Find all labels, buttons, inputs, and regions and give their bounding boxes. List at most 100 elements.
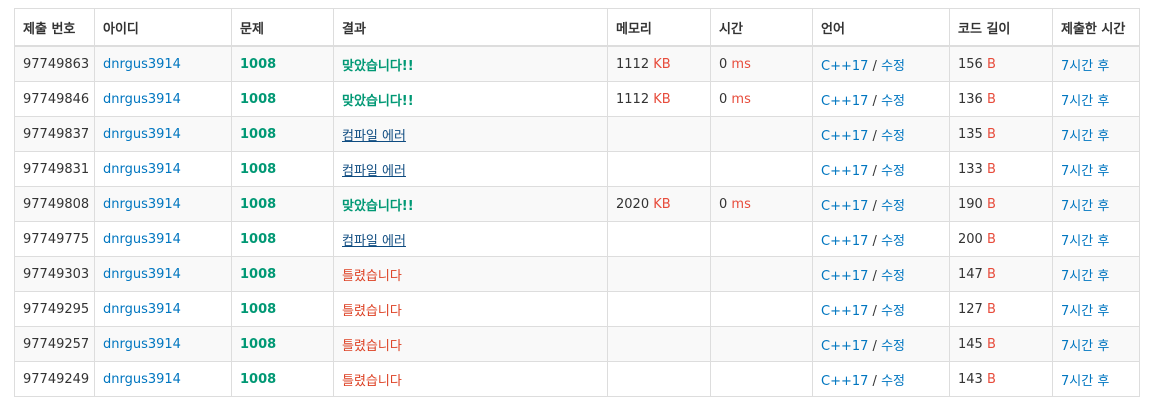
edit-link[interactable]: 수정 [881,59,905,74]
language-link[interactable]: C++17 [821,374,868,389]
edit-link[interactable]: 수정 [881,234,905,249]
language-separator: / [868,163,882,179]
problem-link[interactable]: 1008 [240,267,276,282]
submitted-time-link[interactable]: 7시간 후 [1061,164,1109,179]
time-cell [710,326,813,362]
code-length-value: 133 [958,161,983,177]
submitted-time-link[interactable]: 7시간 후 [1061,234,1109,249]
language-link[interactable]: C++17 [821,304,868,319]
user-id-link[interactable]: dnrgus3914 [103,57,181,72]
user-id-link[interactable]: dnrgus3914 [103,302,181,317]
problem-link[interactable]: 1008 [240,92,276,107]
language-link[interactable]: C++17 [821,164,868,179]
code-length-value: 147 [958,266,983,282]
submitted-time-link[interactable]: 7시간 후 [1061,199,1109,214]
user-id-link[interactable]: dnrgus3914 [103,372,181,387]
table-row: 97749808 dnrgus3914 1008 맞았습니다!! 2020 KB 0 ms… [14,186,1140,222]
code-length-cell: 200 B [949,221,1053,257]
language-cell: C++17 / 수정 [812,326,950,362]
submitted-time-cell: 7시간 후 [1052,256,1140,292]
language-link[interactable]: C++17 [821,199,868,214]
header-user-id: 아이디 [94,8,232,47]
memory-cell [607,361,711,397]
language-separator: / [868,93,882,109]
user-id-link[interactable]: dnrgus3914 [103,197,181,212]
problem-link[interactable]: 1008 [240,232,276,247]
result-text[interactable]: 컴파일 에러 [342,129,406,144]
submission-status-table: 제출 번호 아이디 문제 결과 메모리 시간 언어 코드 길이 제출한 시간 97749863 d… [14,8,1140,397]
code-length-unit: B [986,301,996,317]
user-id-cell: dnrgus3914 [94,361,232,397]
edit-link[interactable]: 수정 [881,339,905,354]
code-length-value: 143 [958,371,983,387]
table-body: 97749863 dnrgus3914 1008 맞았습니다!! 1112 KB 0 ms… [14,45,1140,397]
problem-link[interactable]: 1008 [240,57,276,72]
code-length-unit: B [986,161,996,177]
language-link[interactable]: C++17 [821,269,868,284]
submitted-time-cell: 7시간 후 [1052,45,1140,82]
submitted-time-link[interactable]: 7시간 후 [1061,94,1109,109]
problem-link[interactable]: 1008 [240,302,276,317]
user-id-cell: dnrgus3914 [94,291,232,327]
code-length-cell: 135 B [949,116,1053,152]
user-id-link[interactable]: dnrgus3914 [103,232,181,247]
submitted-time-link[interactable]: 7시간 후 [1061,129,1109,144]
language-cell: C++17 / 수정 [812,256,950,292]
edit-link[interactable]: 수정 [881,199,905,214]
language-link[interactable]: C++17 [821,94,868,109]
code-length-unit: B [986,371,996,387]
time-value: 0 [719,91,728,107]
submitted-time-link[interactable]: 7시간 후 [1061,339,1109,354]
language-cell: C++17 / 수정 [812,116,950,152]
submitted-time-link[interactable]: 7시간 후 [1061,59,1109,74]
result-cell: 틀렸습니다 [333,291,608,327]
result-text[interactable]: 컴파일 에러 [342,234,406,249]
language-separator: / [868,128,882,144]
language-link[interactable]: C++17 [821,59,868,74]
problem-link[interactable]: 1008 [240,337,276,352]
edit-link[interactable]: 수정 [881,94,905,109]
code-length-cell: 145 B [949,326,1053,362]
header-submitted-time: 제출한 시간 [1052,8,1140,47]
submitted-time-link[interactable]: 7시간 후 [1061,374,1109,389]
submission-id-cell: 97749808 [14,186,95,222]
language-cell: C++17 / 수정 [812,45,950,82]
submitted-time-link[interactable]: 7시간 후 [1061,304,1109,319]
submitted-time-cell: 7시간 후 [1052,151,1140,187]
edit-link[interactable]: 수정 [881,374,905,389]
table-row: 97749846 dnrgus3914 1008 맞았습니다!! 1112 KB 0 ms… [14,81,1140,117]
problem-link[interactable]: 1008 [240,372,276,387]
problem-cell: 1008 [231,151,334,187]
user-id-link[interactable]: dnrgus3914 [103,337,181,352]
memory-cell: 2020 KB [607,186,711,222]
user-id-link[interactable]: dnrgus3914 [103,92,181,107]
edit-link[interactable]: 수정 [881,129,905,144]
code-length-cell: 133 B [949,151,1053,187]
user-id-link[interactable]: dnrgus3914 [103,162,181,177]
edit-link[interactable]: 수정 [881,164,905,179]
submitted-time-cell: 7시간 후 [1052,326,1140,362]
problem-link[interactable]: 1008 [240,127,276,142]
edit-link[interactable]: 수정 [881,269,905,284]
submitted-time-cell: 7시간 후 [1052,361,1140,397]
submission-id-cell: 97749837 [14,116,95,152]
submitted-time-link[interactable]: 7시간 후 [1061,269,1109,284]
code-length-unit: B [986,336,996,352]
header-time: 시간 [710,8,813,47]
problem-link[interactable]: 1008 [240,162,276,177]
language-link[interactable]: C++17 [821,234,868,249]
language-link[interactable]: C++17 [821,339,868,354]
time-cell: 0 ms [710,186,813,222]
user-id-link[interactable]: dnrgus3914 [103,267,181,282]
user-id-link[interactable]: dnrgus3914 [103,127,181,142]
language-separator: / [868,373,882,389]
edit-link[interactable]: 수정 [881,304,905,319]
result-text: 맞았습니다!! [342,58,414,74]
result-text: 틀렸습니다 [342,268,402,284]
result-text[interactable]: 컴파일 에러 [342,164,406,179]
header-row: 제출 번호 아이디 문제 결과 메모리 시간 언어 코드 길이 제출한 시간 [14,8,1140,47]
language-link[interactable]: C++17 [821,129,868,144]
problem-link[interactable]: 1008 [240,197,276,212]
problem-cell: 1008 [231,81,334,117]
submission-id-cell: 97749846 [14,81,95,117]
